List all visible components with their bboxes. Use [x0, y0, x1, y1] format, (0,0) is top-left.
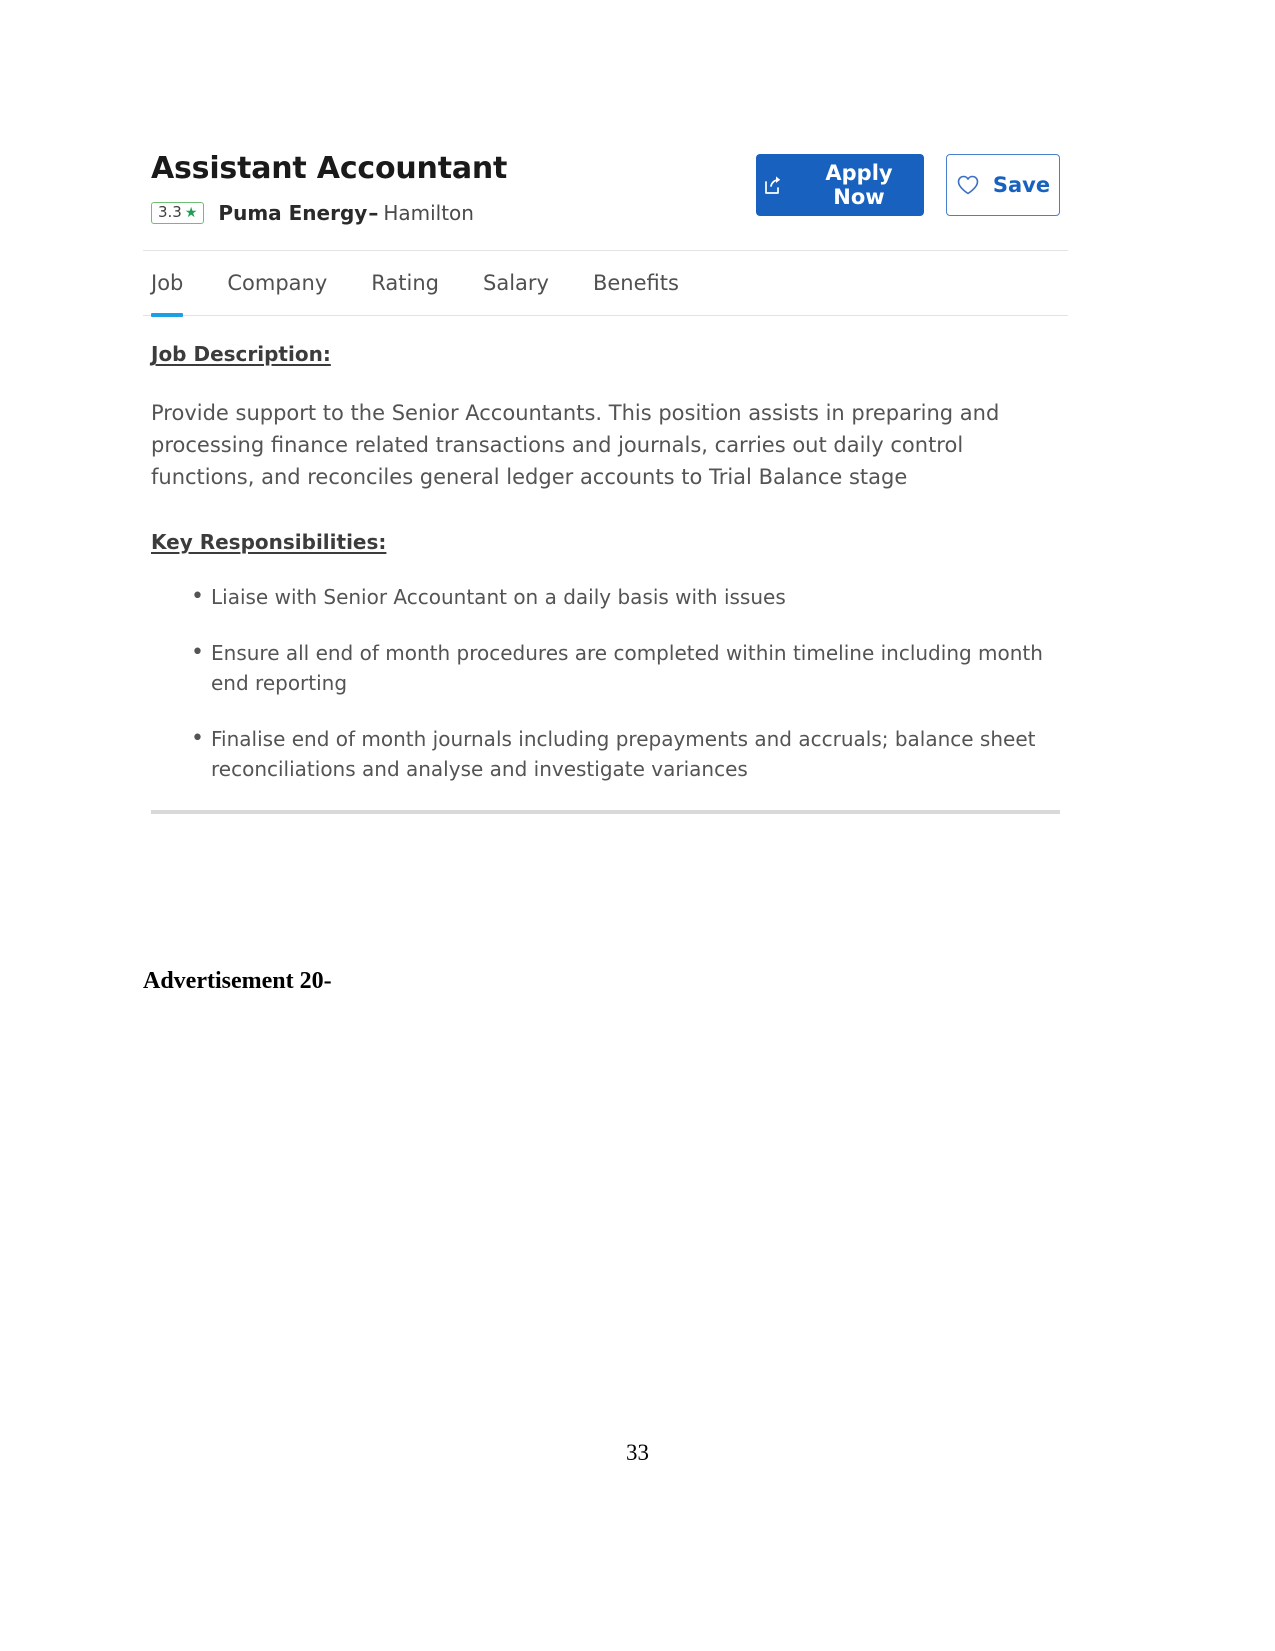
apply-now-label: Apply Now — [825, 161, 893, 209]
tab-job-label: Job — [151, 271, 184, 295]
tab-job[interactable]: Job — [151, 251, 205, 317]
page-title: Assistant Accountant — [151, 151, 508, 186]
tab-company[interactable]: Company — [227, 251, 349, 315]
card-bottom-rule — [151, 809, 1060, 814]
heart-icon — [956, 174, 980, 196]
list-item: Liaise with Senior Accountant on a daily… — [151, 580, 1060, 613]
job-description-heading: Job Description: — [151, 342, 331, 366]
responsibilities-list: Liaise with Senior Accountant on a daily… — [151, 580, 1060, 784]
apply-now-button[interactable]: Apply Now — [756, 154, 924, 216]
list-item: Finalise end of month journals including… — [151, 722, 1060, 784]
tab-benefits[interactable]: Benefits — [593, 251, 701, 315]
share-icon — [762, 173, 786, 197]
tab-company-label: Company — [227, 271, 328, 295]
tab-salary[interactable]: Salary — [483, 251, 571, 315]
job-actions: Apply Now Save — [756, 140, 1060, 216]
job-description-panel: Job Description: Provide support to the … — [143, 316, 1068, 814]
key-responsibilities-heading: Key Responsibilities: — [151, 529, 387, 554]
save-label: Save — [992, 173, 1051, 197]
job-description-text: Provide support to the Senior Accountant… — [151, 401, 1000, 489]
rating-badge[interactable]: 3.3 ★ — [151, 202, 205, 224]
job-tabs: Job Company Rating Salary Benefits — [143, 251, 1068, 317]
page-number: 33 — [626, 1440, 649, 1465]
list-item: Ensure all end of month procedures are c… — [151, 636, 1060, 698]
job-card-header: Assistant Accountant 3.3 ★ Puma Energy– H… — [143, 140, 1068, 225]
rating-value: 3.3 — [158, 203, 182, 221]
tab-benefits-label: Benefits — [592, 271, 679, 295]
advertisement-label: Advertisement 20- — [143, 968, 332, 994]
job-location: Hamilton — [383, 201, 474, 225]
job-header-info: Assistant Accountant 3.3 ★ Puma Energy– H… — [151, 140, 507, 225]
tab-salary-label: Salary — [483, 271, 549, 295]
tab-rating-label: Rating — [371, 271, 439, 295]
employer-name: Puma Energy — [218, 201, 368, 225]
employer-link[interactable]: Puma Energy– Hamilton — [218, 201, 474, 225]
save-button[interactable]: Save — [946, 154, 1060, 216]
job-posting-card: Assistant Accountant 3.3 ★ Puma Energy– H… — [143, 140, 1068, 814]
tab-rating[interactable]: Rating — [371, 251, 461, 315]
employer-row: 3.3 ★ Puma Energy– Hamilton — [151, 201, 507, 225]
employer-separator: – — [368, 201, 379, 225]
star-icon: ★ — [184, 204, 198, 221]
